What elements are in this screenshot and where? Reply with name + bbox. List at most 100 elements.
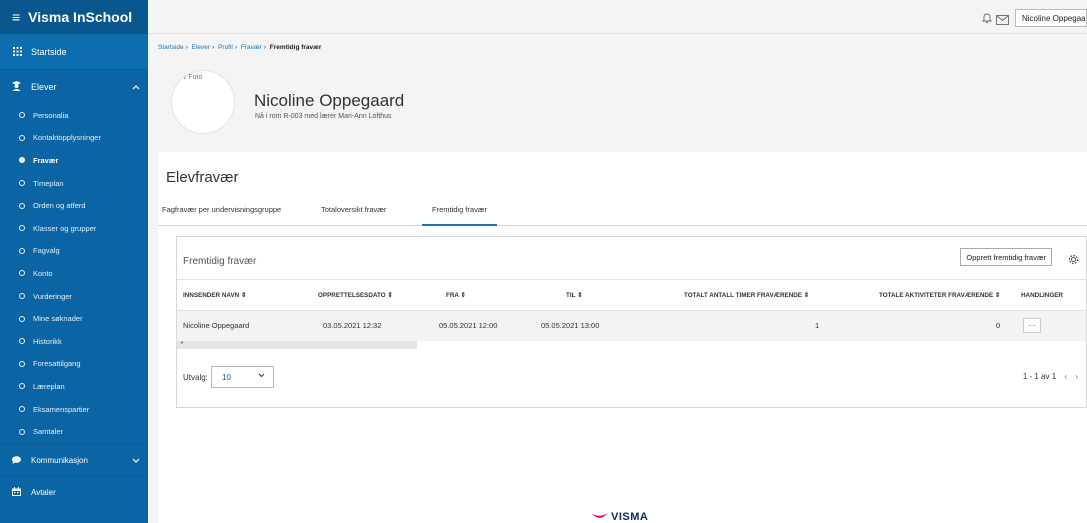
chevron-up-icon [132, 82, 140, 92]
sidebar-item-klasser-og-grupper[interactable]: Klasser og grupper [0, 217, 148, 240]
chevron-right-icon[interactable]: › [1075, 372, 1078, 381]
sidebar-item-label: Kontaktopplysninger [33, 133, 101, 143]
breadcrumb-link[interactable]: Fravær [241, 44, 262, 51]
sidebar-group-elever[interactable]: Elever [0, 70, 148, 104]
tab-fremtidig-fravaer[interactable]: Fremtidig fravær [422, 205, 498, 226]
sidebar-item-label: Samtaler [33, 427, 64, 437]
circle-icon [19, 338, 25, 345]
tab-bar: Fagfravær per undervisningsgruppe Totalo… [158, 201, 1087, 226]
horizontal-scrollbar[interactable]: ◂ [177, 339, 417, 349]
sidebar-group-avtaler[interactable]: Avtaler [0, 476, 148, 508]
create-future-absence-button[interactable]: Opprett fremtidig fravær [960, 248, 1052, 266]
gear-icon[interactable] [1068, 252, 1079, 265]
sidebar-item-vurderinger[interactable]: Vurderinger [0, 285, 148, 308]
visma-logo: VISMA [592, 511, 648, 523]
filled-circle-icon [19, 157, 25, 164]
sidebar-item-læreplan[interactable]: Læreplan [0, 375, 148, 398]
table-row: Nicoline Oppegaard 03.05.2021 12:32 05.0… [177, 311, 1086, 341]
cell-innsender: Nicoline Oppegaard [183, 321, 250, 330]
calendar-icon [12, 487, 22, 498]
row-actions-button[interactable]: ⋯ [1023, 318, 1041, 333]
sidebar-item-eksamenspartier[interactable]: Eksamenspartier [0, 398, 148, 421]
sidebar-item-label: Vurderinger [33, 291, 72, 301]
breadcrumb-link[interactable]: Profil [218, 44, 233, 51]
student-name: Nicoline Oppegaard [254, 91, 405, 110]
sidebar-item-historikk[interactable]: Historikk [0, 330, 148, 353]
column-header-timer[interactable]: TOTALT ANTALL TIMER FRAVÆRENDE ⇕ [684, 292, 809, 299]
sidebar-item-label: Klasser og grupper [33, 223, 97, 233]
column-header-innsender[interactable]: INNSENDER NAVN ⇕ [183, 292, 246, 299]
tab-totaloversikt[interactable]: Totaloversikt fravær [321, 205, 386, 226]
cell-timer: 1 [815, 321, 820, 330]
circle-icon [19, 225, 25, 232]
student-icon [12, 80, 22, 94]
circle-icon [19, 112, 25, 119]
column-header-fra[interactable]: FRA ⇕ [446, 292, 466, 299]
cell-fra: 05.05.2021 12:00 [439, 321, 498, 330]
page-size-select[interactable]: 10 [211, 366, 274, 388]
mail-icon[interactable] [996, 12, 1009, 25]
pagination: 1 - 1 av 1 ‹ › [1023, 372, 1078, 381]
column-header-til[interactable]: TIL ⇕ [566, 292, 582, 299]
chevron-down-icon [132, 456, 140, 465]
student-location: Nå i rom R-003 med lærer Mari-Ann Lofthu… [255, 113, 392, 120]
sidebar-item-mine-søknader[interactable]: Mine søknader [0, 307, 148, 330]
sidebar-item-fravær[interactable]: Fravær [0, 149, 148, 172]
sidebar-group-label: Avtaler [31, 488, 56, 497]
sidebar-group-kommunikasjon[interactable]: Kommunikasjon [0, 444, 148, 476]
breadcrumb-link[interactable]: Startside [158, 44, 184, 51]
sidebar-item-label: Personalia [33, 110, 69, 120]
sidebar-item-label: Timeplan [33, 178, 64, 188]
sidebar-item-personalia[interactable]: Personalia [0, 104, 148, 127]
circle-icon [19, 202, 25, 209]
app-header: ≡ Visma InSchool [0, 0, 148, 34]
breadcrumb: Startside › Elever › Profil › Fravær › Fremt… [158, 44, 322, 51]
sidebar-item-startside[interactable]: Startside [0, 34, 148, 70]
future-absence-card: Fremtidig fravær Opprett fremtidig fravæ… [176, 236, 1087, 408]
column-header-aktiviteter[interactable]: TOTALE AKTIVITETER FRAVÆRENDE ⇕ [879, 292, 1000, 299]
circle-icon [19, 134, 25, 141]
sidebar-item-label: Eksamenspartier [33, 404, 90, 414]
circle-icon [19, 293, 25, 300]
sidebar-item-label: Foresattilgang [33, 359, 81, 369]
circle-icon [19, 315, 25, 322]
top-bar: Nicoline Oppegaar [148, 0, 1087, 34]
circle-icon [19, 180, 25, 187]
sidebar-item-fagvalg[interactable]: Fagvalg [0, 240, 148, 263]
circle-icon [19, 360, 25, 367]
sidebar: ≡ Visma InSchool Startside Elever Person… [0, 0, 148, 523]
user-menu-button[interactable]: Nicoline Oppegaar [1015, 9, 1087, 27]
tab-fagfravaer[interactable]: Fagfravær per undervisningsgruppe [162, 205, 281, 226]
sidebar-item-samtaler[interactable]: Samtaler [0, 420, 148, 443]
sidebar-item-label: Orden og atferd [33, 201, 86, 211]
cell-aktiviteter: 0 [996, 321, 1001, 330]
sidebar-item-orden-og-atferd[interactable]: Orden og atferd [0, 194, 148, 217]
chevron-left-icon[interactable]: ‹ [1064, 372, 1067, 381]
sidebar-item-foresattilgang[interactable]: Foresattilgang [0, 353, 148, 376]
sidebar-subitems: Personalia Kontaktopplysninger Fravær Timep… [0, 104, 148, 443]
bell-icon[interactable] [981, 11, 993, 24]
sidebar-item-kontaktopplysninger[interactable]: Kontaktopplysninger [0, 127, 148, 150]
column-header-handlinger: HANDLINGER [1021, 292, 1063, 299]
circle-icon [19, 270, 25, 277]
sidebar-item-label: Startside [31, 46, 67, 57]
circle-icon [19, 383, 25, 390]
sidebar-item-konto[interactable]: Konto [0, 262, 148, 285]
cell-opprettelsesdato: 03.05.2021 12:32 [323, 321, 382, 330]
scroll-left-icon[interactable]: ◂ [180, 339, 183, 346]
sidebar-item-label: Fagvalg [33, 246, 60, 256]
circle-icon [19, 406, 25, 413]
circle-icon [19, 247, 25, 254]
breadcrumb-current: Fremtidig fravær [269, 44, 322, 51]
menu-icon[interactable]: ≡ [12, 9, 20, 25]
chevron-down-icon [258, 373, 265, 380]
chat-icon [12, 455, 22, 466]
sidebar-item-timeplan[interactable]: Timeplan [0, 172, 148, 195]
column-header-opprettelsesdato[interactable]: OPPRETTELSESDATO ⇕ [318, 292, 393, 299]
page-title: Elevfravær [166, 169, 239, 186]
sidebar-item-label: Konto [33, 268, 53, 278]
table-header: INNSENDER NAVN ⇕ OPPRETTELSESDATO ⇕ FRA … [177, 279, 1086, 311]
breadcrumb-link[interactable]: Elever [192, 44, 210, 51]
avatar: ev Foto [171, 70, 235, 134]
page-size-value: 10 [222, 372, 231, 382]
